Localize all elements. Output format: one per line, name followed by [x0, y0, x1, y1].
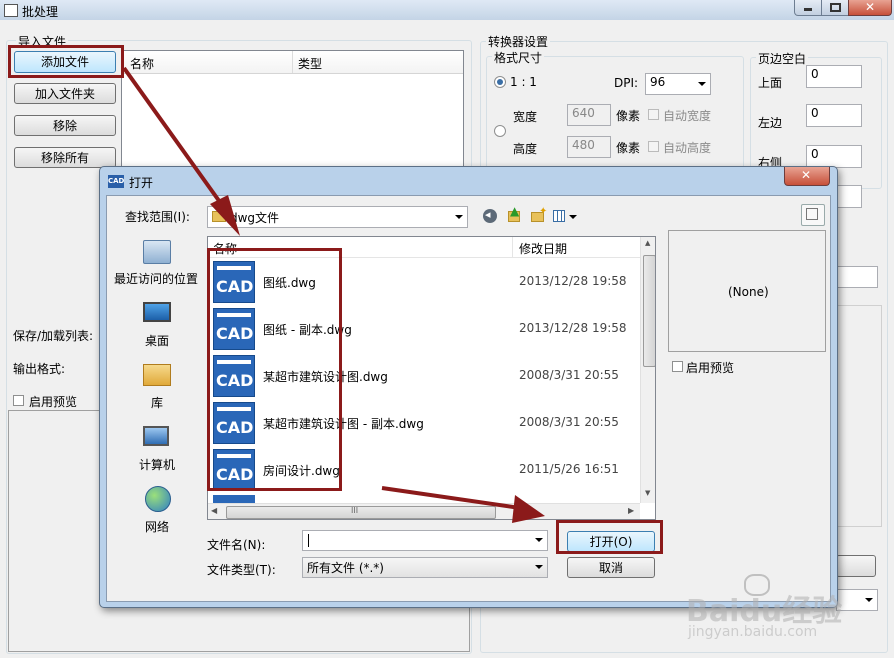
arrowhead-icons: [210, 195, 240, 236]
watermark-url: jingyan.baidu.com: [688, 624, 818, 640]
arrow-add-to-icons: [122, 66, 224, 207]
annotation-arrows: [122, 66, 545, 523]
watermark: Baidu经验 jingyan.baidu.com: [680, 574, 880, 650]
arrowhead-open: [512, 495, 545, 523]
arrow-icons-to-open: [381, 486, 521, 510]
